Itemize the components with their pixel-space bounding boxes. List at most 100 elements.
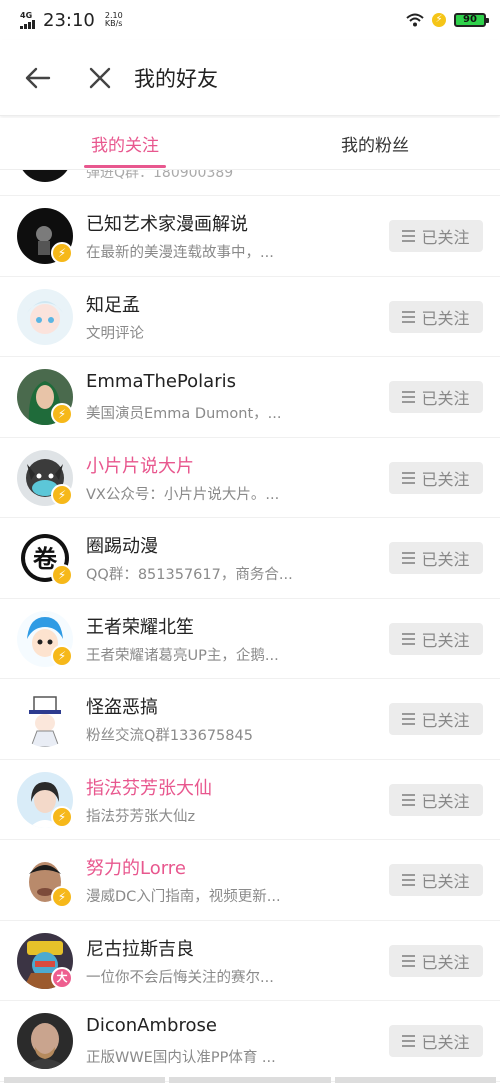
list-item[interactable]: ⚡ EmmaThePolaris 美国演员Emma Dumont，... 已关注: [0, 357, 500, 438]
list-item[interactable]: ⚡ 小片片说大片 VX公众号：小片片说大片。... 已关注: [0, 438, 500, 518]
user-desc: 弹进Q群：180900389: [86, 170, 234, 181]
followed-label: 已关注: [421, 389, 470, 408]
followed-button[interactable]: 已关注: [389, 703, 483, 735]
network-speed: 2.10 KB/s: [104, 11, 123, 28]
user-name[interactable]: EmmaThePolaris: [86, 371, 236, 392]
list-item[interactable]: 卷 ⚡ 圈踢动漫 QQ群：851357617，商务合... 已关注: [0, 518, 500, 599]
verified-badge-icon: ⚡: [51, 483, 73, 506]
avatar[interactable]: [17, 1013, 73, 1069]
followed-label: 已关注: [421, 791, 470, 811]
user-desc: VX公众号：小片片说大片。...: [86, 486, 280, 503]
menu-lines-icon: [402, 632, 416, 645]
menu-lines-icon: [402, 230, 416, 242]
tab-followers[interactable]: 我的粉丝: [250, 118, 500, 169]
list-item[interactable]: ⚡ 已知艺术家漫画解说在最新的美漫连载故事中，... 已关注: [0, 196, 500, 277]
user-name[interactable]: 小片片说大片: [86, 452, 194, 478]
menu-lines-icon: [402, 954, 416, 967]
user-name[interactable]: 已知艺术家漫画解说: [86, 210, 248, 236]
followed-label: 已关注: [421, 630, 470, 650]
battery-icon: 90: [454, 13, 489, 27]
following-list[interactable]: 弹进Q群：180900389 ⚡ 已知艺术家漫画解说在最新的美漫连载故事中，...…: [0, 170, 500, 1083]
menu-lines-icon: [402, 310, 416, 323]
verified-badge-icon: ⚡: [51, 564, 73, 586]
user-name[interactable]: 指法芬芳张大仙: [86, 774, 212, 800]
menu-lines-icon: [402, 793, 416, 806]
list-item[interactable]: ⚡ 王者荣耀北笙王者荣耀诸葛亮UP主，企鹅... 已关注: [0, 599, 500, 679]
verified-badge-icon: ⚡: [51, 403, 73, 425]
followed-label: 已关注: [421, 872, 470, 891]
followed-button[interactable]: 已关注: [389, 300, 483, 333]
followed-button[interactable]: 已关注: [389, 944, 483, 977]
user-desc: QQ群：851357617，商务合...: [86, 567, 293, 583]
list-item[interactable]: 大尼古拉斯吉良一位你不会后悔关注的赛尔... 已关注: [0, 921, 500, 1001]
followed-button[interactable]: 已关注: [389, 622, 483, 655]
menu-lines-icon: [402, 391, 416, 403]
user-desc: 美国演员Emma Dumont，...: [86, 406, 282, 422]
user-name[interactable]: 尼古拉斯吉良: [86, 935, 194, 961]
tab-following[interactable]: 我的关注: [0, 118, 250, 169]
followed-label: 已关注: [421, 469, 470, 489]
list-item[interactable]: 怪盗恶搞粉丝交流Q群133675845 已关注: [0, 679, 500, 760]
status-bar: 4G 23:10 2.10 KB/s ⚡ 90: [0, 0, 500, 40]
list-item[interactable]: DiconAmbrose 正版WWE国内认准PP体育 ... 已关注: [0, 1001, 500, 1082]
followed-button[interactable]: 已关注: [389, 220, 483, 252]
verified-badge-icon: ⚡: [51, 805, 73, 828]
followed-button[interactable]: 已关注: [389, 864, 483, 896]
app-header: 我的好友: [0, 40, 500, 116]
list-item[interactable]: ⚡ 努力的Lorre 漫威DC入门指南，视频更新... 已关注: [0, 840, 500, 921]
battery-level: 90: [463, 14, 477, 25]
menu-lines-icon: [402, 874, 416, 886]
close-button[interactable]: [84, 62, 116, 94]
followed-button[interactable]: 已关注: [389, 542, 483, 574]
user-name[interactable]: DiconAmbrose: [86, 1015, 217, 1036]
back-button[interactable]: [22, 62, 54, 94]
user-desc: 指法芬芳张大仙z: [86, 808, 196, 825]
list-item[interactable]: 知足孟文明评论 已关注: [0, 277, 500, 357]
close-icon: [89, 67, 111, 88]
user-desc: 一位你不会后悔关注的赛尔...: [86, 969, 274, 986]
verified-badge-icon: ⚡: [51, 886, 73, 908]
user-name[interactable]: 圈踢动漫: [86, 532, 158, 558]
followed-label: 已关注: [421, 952, 470, 972]
avatar: [18, 170, 72, 182]
signal-icon: 4G: [20, 10, 35, 29]
followed-button[interactable]: 已关注: [389, 1025, 483, 1057]
wifi-icon: [406, 13, 424, 27]
rank-badge-icon: 大: [51, 966, 73, 989]
user-name[interactable]: 知足孟: [86, 291, 140, 317]
status-time: 23:10: [43, 9, 95, 31]
user-name[interactable]: 王者荣耀北笙: [86, 613, 194, 639]
user-desc: 在最新的美漫连载故事中，...: [86, 245, 274, 261]
menu-lines-icon: [402, 471, 416, 484]
followed-button[interactable]: 已关注: [389, 381, 483, 413]
avatar[interactable]: [17, 691, 73, 747]
avatar[interactable]: [17, 288, 73, 345]
verified-badge-icon: ⚡: [51, 644, 73, 667]
followed-label: 已关注: [421, 711, 470, 730]
back-arrow-icon: [25, 67, 51, 88]
followed-button[interactable]: 已关注: [389, 783, 483, 816]
followed-button[interactable]: 已关注: [389, 461, 483, 494]
user-desc: 粉丝交流Q群133675845: [86, 728, 253, 744]
user-desc: 正版WWE国内认准PP体育 ...: [86, 1050, 276, 1066]
menu-lines-icon: [402, 552, 416, 564]
followed-label: 已关注: [421, 1033, 470, 1052]
network-type: 4G: [20, 10, 33, 20]
charging-icon: ⚡: [432, 13, 446, 27]
user-name[interactable]: 怪盗恶搞: [86, 693, 158, 719]
scroll-indicator: [0, 1077, 500, 1083]
user-desc: 文明评论: [86, 325, 144, 342]
followed-label: 已关注: [421, 550, 470, 569]
verified-badge-icon: ⚡: [51, 242, 73, 264]
user-desc: 王者荣耀诸葛亮UP主，企鹅...: [86, 647, 279, 664]
list-item-partial[interactable]: 弹进Q群：180900389: [0, 170, 500, 196]
page-title: 我的好友: [134, 66, 218, 91]
user-name[interactable]: 努力的Lorre: [86, 854, 186, 880]
user-desc: 漫威DC入门指南，视频更新...: [86, 889, 281, 905]
followed-label: 已关注: [421, 308, 470, 328]
tab-bar: 我的关注 我的粉丝: [0, 118, 500, 170]
menu-lines-icon: [402, 713, 416, 725]
followed-label: 已关注: [421, 228, 470, 247]
menu-lines-icon: [402, 1035, 416, 1047]
list-item[interactable]: ⚡ 指法芬芳张大仙指法芬芳张大仙z 已关注: [0, 760, 500, 840]
